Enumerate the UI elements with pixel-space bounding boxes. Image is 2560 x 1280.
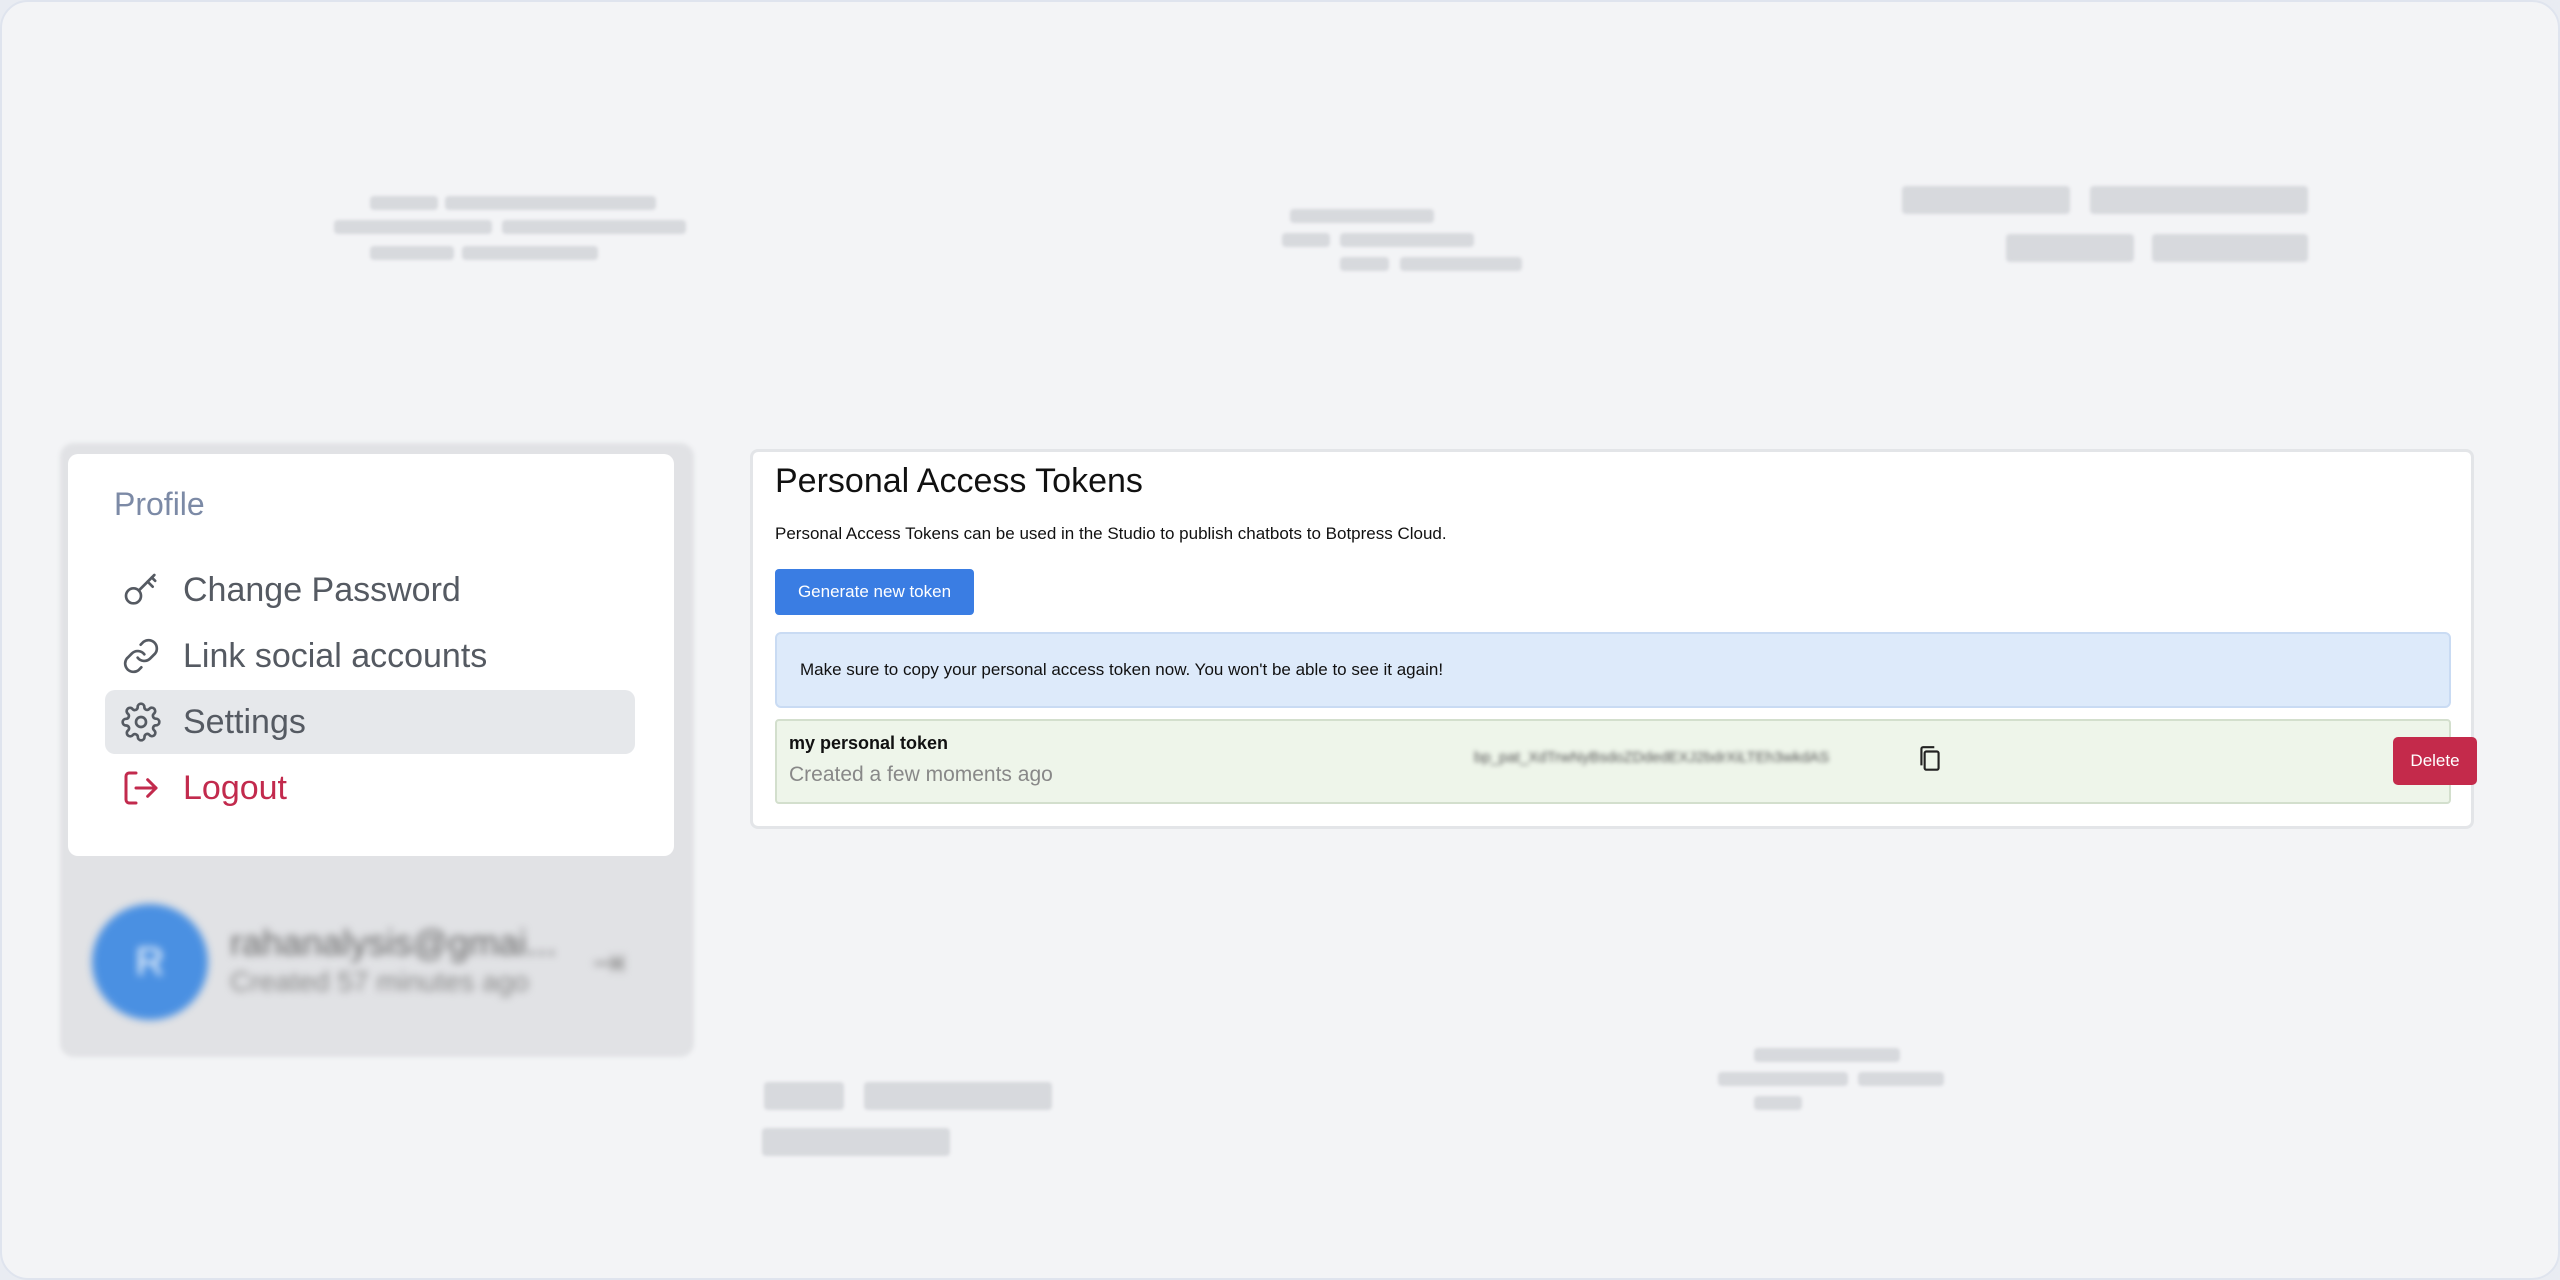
delete-token-button[interactable]: Delete bbox=[2393, 737, 2477, 785]
copy-token-notice: Make sure to copy your personal access t… bbox=[775, 632, 2451, 708]
menu-item-label: Change Password bbox=[183, 570, 461, 609]
copy-icon[interactable] bbox=[1917, 744, 1943, 774]
token-row: my personal token Created a few moments … bbox=[775, 719, 2477, 804]
avatar: R bbox=[92, 904, 208, 1020]
menu-title: Profile bbox=[114, 486, 205, 522]
account-email: rahanalysis@gmai... bbox=[230, 922, 557, 963]
notice-text: Make sure to copy your personal access t… bbox=[800, 660, 1444, 679]
app-frame: Profile Change Password Link social acco… bbox=[0, 0, 2560, 1280]
token-created: Created a few moments ago bbox=[789, 763, 1053, 786]
account-logout-icon[interactable]: ⇥ bbox=[592, 940, 626, 986]
generate-token-button[interactable]: Generate new token bbox=[775, 569, 974, 615]
account-created: Created 57 minutes ago bbox=[230, 966, 529, 997]
token-name: my personal token bbox=[789, 733, 949, 753]
menu-item-link-social-accounts[interactable]: Link social accounts bbox=[105, 624, 635, 688]
menu-item-logout[interactable]: Logout bbox=[105, 756, 635, 820]
menu-item-settings[interactable]: Settings bbox=[105, 690, 635, 754]
menu-item-label: Link social accounts bbox=[183, 636, 488, 675]
page-title: Personal Access Tokens bbox=[775, 462, 1143, 500]
menu-item-change-password[interactable]: Change Password bbox=[105, 558, 635, 622]
tokens-description: Personal Access Tokens can be used in th… bbox=[775, 524, 1447, 543]
key-icon bbox=[119, 568, 163, 612]
profile-menu: Profile Change Password Link social acco… bbox=[68, 454, 674, 856]
personal-access-tokens-card: Personal Access Tokens Personal Access T… bbox=[750, 449, 2477, 829]
token-value: bp_pat_XdTrwNyBsdoZDdedEXJ2bdrXiLTEh3wkd… bbox=[1474, 749, 1830, 766]
gear-icon bbox=[119, 700, 163, 744]
menu-item-label: Logout bbox=[183, 768, 287, 807]
account-summary: R rahanalysis@gmai... Created 57 minutes… bbox=[92, 904, 652, 1022]
menu-item-label: Settings bbox=[183, 702, 306, 741]
link-icon bbox=[119, 634, 163, 678]
logout-icon bbox=[119, 766, 163, 810]
